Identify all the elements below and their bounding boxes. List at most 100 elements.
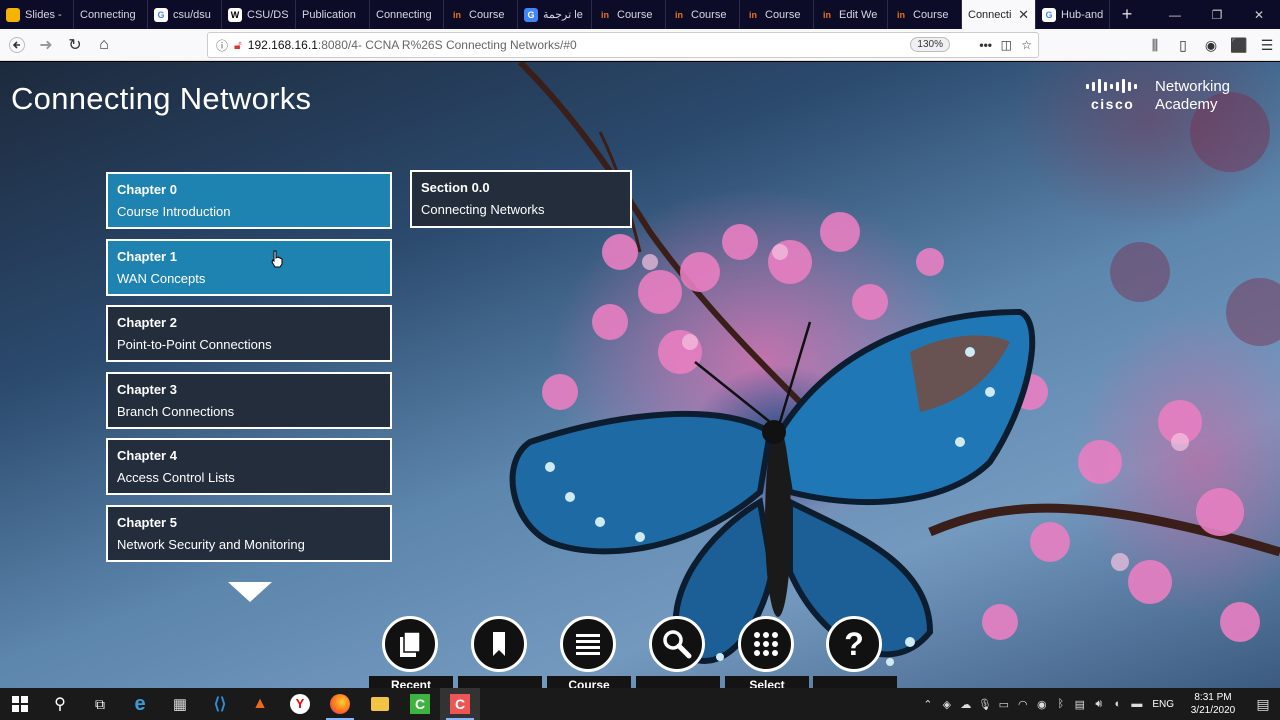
close-window-icon[interactable]: ✕	[1238, 0, 1280, 29]
netacad-icon: in	[675, 9, 683, 20]
chapter-item[interactable]: Chapter 0 Course Introduction	[106, 172, 392, 229]
app-menu-icon[interactable]: ☰	[1254, 37, 1280, 54]
cisco-networking-academy-logo: cisco Networking Academy	[1086, 77, 1246, 117]
display-icon[interactable]: ▭	[994, 698, 1013, 711]
help-button[interactable]: ?	[826, 616, 882, 672]
browser-tab[interactable]: Gcsu/dsu	[148, 0, 222, 29]
netacad-icon: in	[897, 9, 905, 20]
storage-icon[interactable]: ▤	[1070, 698, 1089, 711]
chapter-item[interactable]: Chapter 5 Network Security and Monitorin…	[106, 505, 392, 562]
browser-tab[interactable]: Connecting	[370, 0, 444, 29]
vscode-icon: ⟨⟩	[213, 696, 227, 713]
netacad-icon: in	[601, 9, 609, 20]
paint-tray-icon[interactable]: ◐	[1108, 698, 1127, 710]
language-indicator[interactable]: ENG	[1152, 699, 1174, 710]
browser-tab[interactable]: in Course	[740, 0, 814, 29]
browser-tab[interactable]: in Course	[888, 0, 962, 29]
battery-icon[interactable]: ▬	[1127, 698, 1146, 710]
zoom-level[interactable]: 130%	[910, 37, 950, 52]
onedrive-icon[interactable]: ☁	[956, 698, 975, 711]
home-button[interactable]: ⌂	[91, 32, 117, 58]
chapter-item[interactable]: Chapter 4 Access Control Lists	[106, 438, 392, 495]
scroll-down-arrow-icon[interactable]	[226, 580, 274, 604]
browser-tab[interactable]: W CSU/DS	[222, 0, 296, 29]
wikipedia-icon: W	[228, 7, 242, 22]
app-tray-icon[interactable]: ◉	[1032, 698, 1051, 711]
pdf-extension-icon[interactable]: ⬛	[1226, 37, 1252, 54]
task-view-button[interactable]: ⧉	[80, 688, 120, 720]
chapter-list[interactable]: Chapter 0 Course Introduction Chapter 1 …	[105, 170, 395, 570]
browser-tab[interactable]: Publication	[296, 0, 370, 29]
show-hidden-icons-icon[interactable]: ⌃	[918, 698, 937, 711]
netacad-icon: in	[749, 9, 757, 20]
file-explorer-app[interactable]	[360, 688, 400, 720]
page-actions-icon[interactable]: •••	[979, 38, 992, 52]
search-icon	[663, 630, 692, 659]
bookmark-icon	[493, 632, 505, 656]
browser-tab[interactable]: in Course	[666, 0, 740, 29]
start-button[interactable]	[0, 688, 40, 720]
chapter-item[interactable]: Chapter 2 Point-to-Point Connections	[106, 305, 392, 362]
account-icon[interactable]: ◉	[1198, 37, 1224, 54]
yandex-icon: Y	[290, 694, 310, 714]
select-button[interactable]	[738, 616, 794, 672]
browser-tab[interactable]: in Course	[592, 0, 666, 29]
system-tray: ⌃ ◈ ☁ 🎙︎ ▭ ◠ ◉ ᛒ ▤ 🔊︎ ◐ ▬ ENG 8:31 PM 3/…	[918, 688, 1280, 720]
matlab-app[interactable]: ▲	[240, 688, 280, 720]
network-app-icon[interactable]: ◈	[937, 698, 956, 711]
bluetooth-icon[interactable]: ᛒ	[1051, 698, 1070, 710]
restore-icon[interactable]: ❐	[1196, 0, 1238, 29]
microphone-icon[interactable]: 🎙︎	[975, 698, 994, 711]
chapter-item[interactable]: Chapter 3 Branch Connections	[106, 372, 392, 429]
yandex-app[interactable]: Y	[280, 688, 320, 720]
browser-tab[interactable]: in Edit We	[814, 0, 888, 29]
close-tab-icon[interactable]: ✕	[1018, 7, 1029, 23]
google-slides-icon	[6, 7, 20, 22]
recent-pages-button[interactable]	[382, 616, 438, 672]
info-icon[interactable]: ⓘ	[216, 37, 228, 54]
url-path: :8080/4- CCNA R%26S Connecting Networks/…	[317, 38, 577, 52]
library-icon[interactable]: ⫼	[1142, 37, 1168, 54]
pocket-icon[interactable]: ◫	[1001, 38, 1012, 52]
browser-tab[interactable]: G ترجمة le	[518, 0, 592, 29]
browser-tab[interactable]: in Course	[444, 0, 518, 29]
url-bar[interactable]: ⓘ 🔓︎ 192.168.16.1 :8080/4- CCNA R%26S Co…	[207, 32, 1039, 58]
chapter-item[interactable]: Chapter 1 WAN Concepts	[106, 239, 392, 296]
insecure-lock-icon[interactable]: 🔓︎	[234, 38, 242, 53]
vscode-app[interactable]: ⟨⟩	[200, 688, 240, 720]
wifi-icon[interactable]: ◠	[1013, 698, 1032, 711]
minimize-icon[interactable]: —	[1154, 0, 1196, 29]
bookmark-label	[458, 676, 542, 688]
browser-tab[interactable]: Connecting	[74, 0, 148, 29]
edge-app[interactable]: e	[120, 688, 160, 720]
browser-tab-active[interactable]: Connecti ✕	[962, 0, 1036, 29]
back-button[interactable]	[4, 32, 30, 58]
windows-taskbar: ⚲ ⧉ e ▦ ⟨⟩ ▲ Y C C ⌃ ◈ ☁ 🎙︎ ▭ ◠ ◉ ᛒ ▤ 🔊︎…	[0, 688, 1280, 720]
sidebar-icon[interactable]: ▯	[1170, 37, 1196, 54]
edge-icon: e	[134, 692, 146, 715]
bookmark-star-icon[interactable]: ☆	[1021, 38, 1032, 52]
clock[interactable]: 8:31 PM 3/21/2020	[1180, 691, 1246, 717]
browser-tab[interactable]: G Hub-and	[1036, 0, 1110, 29]
help-icon: ?	[844, 626, 864, 662]
new-tab-button[interactable]: +	[1110, 0, 1144, 29]
camtasia-recorder-app[interactable]: C	[440, 688, 480, 720]
notifications-icon[interactable]: ▤	[1246, 696, 1280, 713]
google-translate-icon: G	[524, 7, 538, 22]
search-button[interactable]	[649, 616, 705, 672]
select-label: Select	[725, 676, 809, 688]
course-menu-button[interactable]	[560, 616, 616, 672]
browser-tab[interactable]: Slides -	[0, 0, 74, 29]
volume-icon[interactable]: 🔊︎	[1089, 698, 1108, 711]
reload-button[interactable]: ↻	[62, 32, 88, 58]
bookmark-button[interactable]	[471, 616, 527, 672]
firefox-app[interactable]	[320, 688, 360, 720]
forward-button[interactable]: ➜	[33, 32, 59, 58]
page-title: Connecting Networks	[11, 81, 312, 116]
calculator-app[interactable]: ▦	[160, 688, 200, 720]
arrow-left-icon	[9, 36, 25, 53]
camtasia-app[interactable]: C	[400, 688, 440, 720]
folder-icon	[371, 697, 389, 711]
search-taskbar-button[interactable]: ⚲	[40, 688, 80, 720]
section-item[interactable]: Section 0.0 Connecting Networks	[410, 170, 632, 228]
